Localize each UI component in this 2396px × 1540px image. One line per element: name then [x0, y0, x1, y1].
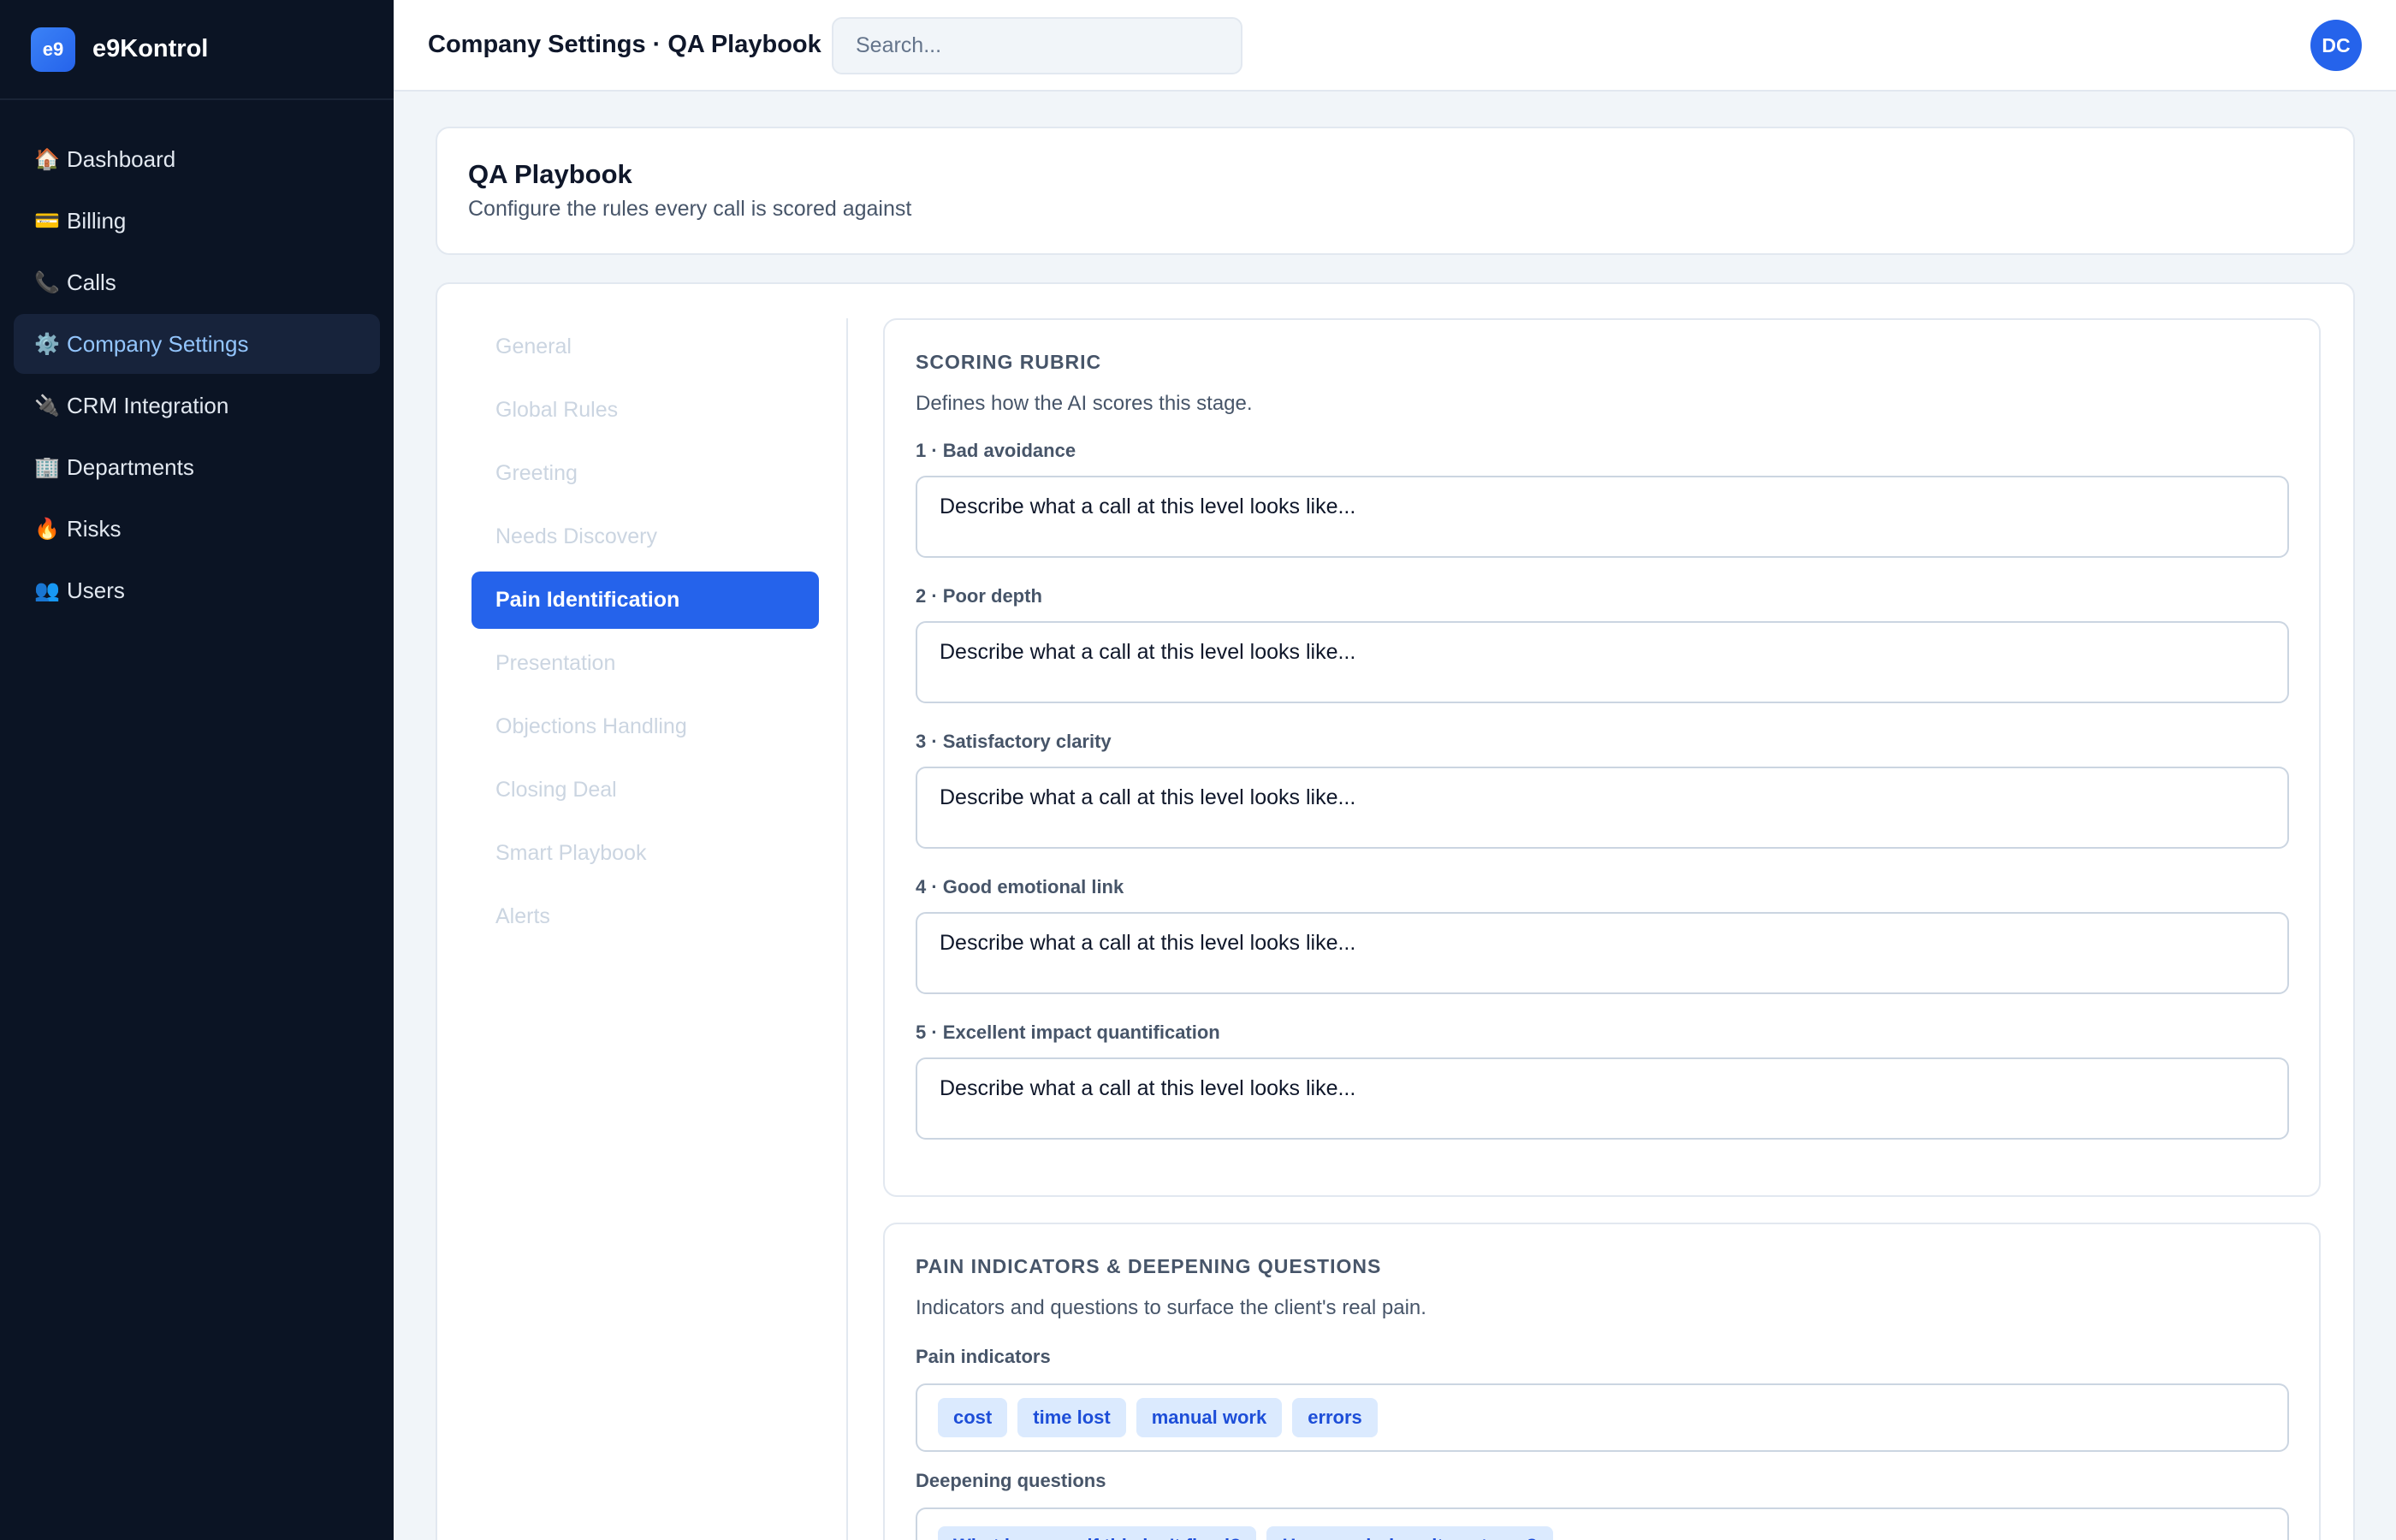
sidebar-item-label: Company Settings — [67, 330, 249, 357]
scoring-rubric-panel: SCORING RUBRIC Defines how the AI scores… — [883, 318, 2321, 1197]
sidebar-item-label: Dashboard — [67, 145, 176, 172]
deepening-questions-input[interactable]: What happens if this isn't fixed? How mu… — [916, 1507, 2289, 1540]
stage-item-alerts[interactable]: Alerts — [471, 888, 819, 945]
sidebar-item-calls[interactable]: 📞 Calls — [14, 252, 380, 312]
sidebar-item-label: Departments — [67, 453, 194, 480]
sidebar-item-departments[interactable]: 🏢 Departments — [14, 437, 380, 497]
sidebar-item-crm-integration[interactable]: 🔌 CRM Integration — [14, 376, 380, 435]
sidebar-item-label: Risks — [67, 515, 122, 542]
stage-item-global-rules[interactable]: Global Rules — [471, 382, 819, 439]
rubric-level-1-input[interactable] — [916, 476, 2289, 558]
rubric-level-3-input[interactable] — [916, 767, 2289, 849]
sidebar-item-users[interactable]: 👥 Users — [14, 560, 380, 620]
topbar: Company Settings · QA Playbook DC — [394, 0, 2396, 92]
users-icon: 👥 — [34, 578, 60, 602]
rubric-level-5-input[interactable] — [916, 1057, 2289, 1140]
sidebar-item-label: Billing — [67, 207, 127, 234]
building-icon: 🏢 — [34, 455, 60, 479]
sidebar-item-risks[interactable]: 🔥 Risks — [14, 499, 380, 559]
gear-icon: ⚙️ — [34, 332, 60, 356]
phone-icon: 📞 — [34, 270, 60, 294]
sidebar-item-label: CRM Integration — [67, 392, 229, 418]
stage-item-smart-playbook[interactable]: Smart Playbook — [471, 825, 819, 882]
section-description: Indicators and questions to surface the … — [916, 1296, 1426, 1319]
sidebar-item-label: Calls — [67, 269, 116, 295]
rubric-level-2-input[interactable] — [916, 621, 2289, 703]
rubric-level-4-input[interactable] — [916, 912, 2289, 994]
brand-logo: e9 — [31, 27, 75, 72]
page-title: Company Settings · QA Playbook — [428, 31, 821, 58]
stage-item-presentation[interactable]: Presentation — [471, 635, 819, 692]
rubric-level-label: 1 · Bad avoidance — [916, 440, 1076, 461]
sidebar-item-dashboard[interactable]: 🏠 Dashboard — [14, 129, 380, 189]
rubric-level-label: 3 · Satisfactory clarity — [916, 731, 1112, 752]
stage-item-greeting[interactable]: Greeting — [471, 445, 819, 502]
playbook-title: QA Playbook — [468, 159, 632, 189]
rubric-level: 2 · Poor depth — [916, 585, 2289, 708]
indicator-tag[interactable]: manual work — [1136, 1398, 1283, 1437]
playbook-subtitle: Configure the rules every call is scored… — [468, 197, 912, 221]
sidebar-item-company-settings[interactable]: ⚙️ Company Settings — [14, 314, 380, 374]
sidebar-item-billing[interactable]: 💳 Billing — [14, 191, 380, 251]
sidebar-nav: 🏠 Dashboard 💳 Billing 📞 Calls ⚙️ Company… — [0, 100, 394, 620]
rubric-level: 1 · Bad avoidance — [916, 440, 2289, 562]
sidebar-item-label: Users — [67, 577, 125, 603]
pain-indicators-label: Pain indicators — [916, 1346, 1051, 1367]
credit-card-icon: 💳 — [34, 209, 60, 233]
divider — [846, 318, 848, 1540]
rubric-level: 4 · Good emotional link — [916, 876, 2289, 998]
playbook-header-card: QA Playbook Configure the rules every ca… — [436, 127, 2355, 255]
sidebar: e9 e9Kontrol 🏠 Dashboard 💳 Billing 📞 Cal… — [0, 0, 394, 1540]
brand[interactable]: e9 e9Kontrol — [0, 0, 394, 100]
search-input[interactable] — [832, 17, 1242, 74]
indicator-tag[interactable]: time lost — [1017, 1398, 1126, 1437]
plug-icon: 🔌 — [34, 394, 60, 418]
rubric-level: 3 · Satisfactory clarity — [916, 731, 2289, 853]
avatar[interactable]: DC — [2310, 20, 2362, 71]
section-title: SCORING RUBRIC — [916, 351, 1102, 373]
stage-item-general[interactable]: General — [471, 318, 819, 376]
rubric-level: 5 · Excellent impact quantification — [916, 1022, 2289, 1144]
pain-indicators-input[interactable]: cost time lost manual work errors — [916, 1383, 2289, 1452]
playbook-editor-card: General Global Rules Greeting Needs Disc… — [436, 282, 2355, 1540]
fire-icon: 🔥 — [34, 517, 60, 541]
rubric-level-label: 4 · Good emotional link — [916, 876, 1124, 897]
pain-indicators-panel: PAIN INDICATORS & DEEPENING QUESTIONS In… — [883, 1223, 2321, 1540]
home-icon: 🏠 — [34, 147, 60, 171]
stage-item-objections-handling[interactable]: Objections Handling — [471, 698, 819, 755]
stage-item-closing-deal[interactable]: Closing Deal — [471, 761, 819, 819]
rubric-level-label: 5 · Excellent impact quantification — [916, 1022, 1220, 1043]
question-tag[interactable]: What happens if this isn't fixed? — [938, 1526, 1257, 1540]
section-description: Defines how the AI scores this stage. — [916, 392, 1253, 415]
section-title: PAIN INDICATORS & DEEPENING QUESTIONS — [916, 1255, 1382, 1277]
stage-nav: General Global Rules Greeting Needs Disc… — [471, 318, 819, 951]
deepening-questions-label: Deepening questions — [916, 1470, 1106, 1491]
rubric-level-label: 2 · Poor depth — [916, 585, 1042, 607]
stage-item-needs-discovery[interactable]: Needs Discovery — [471, 508, 819, 566]
stage-item-pain-identification[interactable]: Pain Identification — [471, 572, 819, 629]
indicator-tag[interactable]: errors — [1292, 1398, 1378, 1437]
indicator-tag[interactable]: cost — [938, 1398, 1008, 1437]
question-tag[interactable]: How much does it cost you? — [1266, 1526, 1553, 1540]
brand-name: e9Kontrol — [92, 35, 209, 62]
